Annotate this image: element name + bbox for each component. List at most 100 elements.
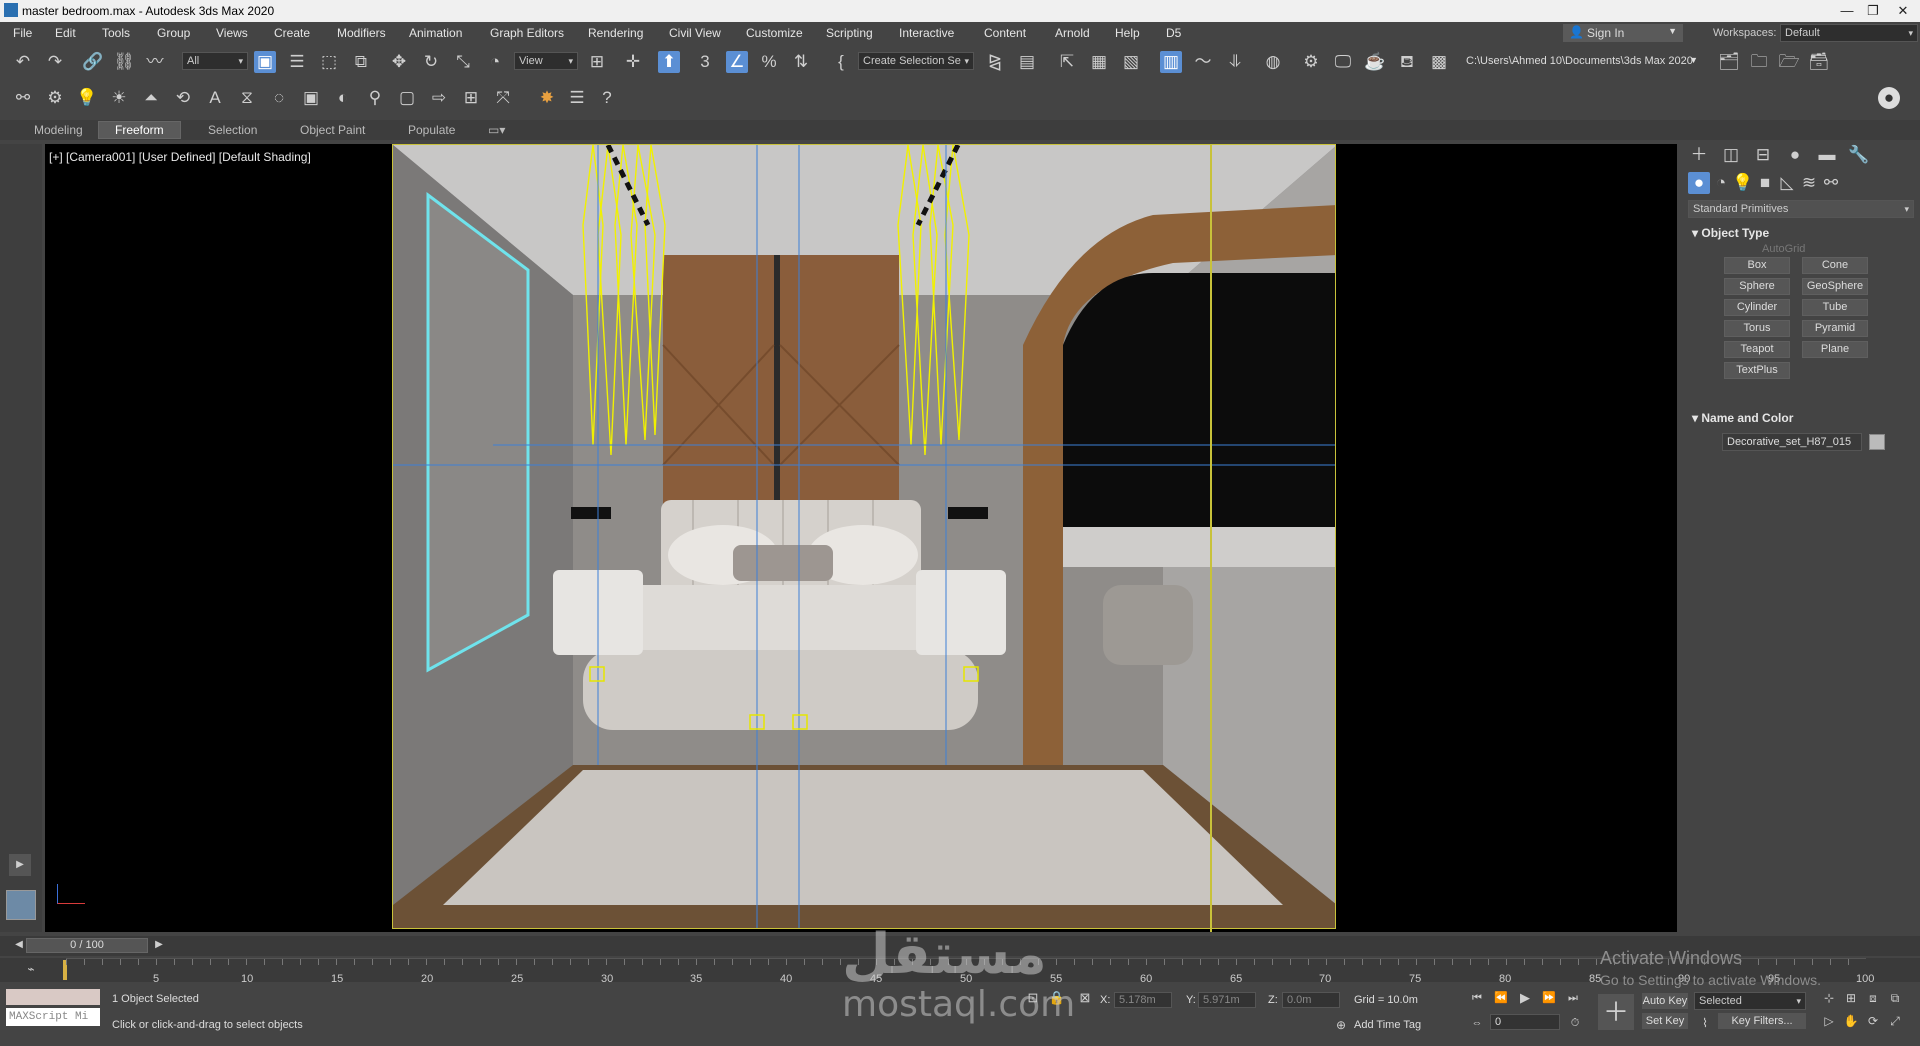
named-selection-dropdown[interactable]: Create Selection Se (858, 52, 974, 70)
undo-icon[interactable]: ↶ (12, 51, 34, 73)
workspace-dropdown[interactable]: Default (1780, 24, 1918, 42)
z-coordinate-field[interactable]: 0.0m (1282, 992, 1340, 1008)
render-iterative-icon[interactable]: ⛾ (1396, 51, 1418, 73)
snaps-toggle-icon[interactable]: 3 (694, 51, 716, 73)
maxscript-mini-listener[interactable]: MAXScript Mi (6, 1008, 100, 1026)
scale-icon[interactable]: ⤡ (452, 51, 474, 73)
play-icon[interactable]: ▶ (1514, 987, 1536, 1009)
region-icon[interactable]: ▢ (396, 87, 418, 109)
systems-icon[interactable]: ⚯ (1820, 172, 1842, 194)
vegetation-icon[interactable]: ⧖ (236, 87, 258, 109)
next-key-icon[interactable]: ⏩ (1538, 987, 1560, 1009)
key-filters-button[interactable]: Key Filters... (1718, 1013, 1806, 1029)
project-folder-icon[interactable]: 🗂 (1718, 51, 1740, 73)
menu-customize[interactable]: Customize (746, 26, 803, 40)
curve-editor-mini-icon[interactable]: ⌁ (20, 958, 42, 980)
project-archive-icon[interactable]: 🗃 (1808, 51, 1830, 73)
edit-named-selection-icon[interactable]: { (830, 51, 852, 73)
utilities-tab-icon[interactable]: 🔧 (1848, 144, 1870, 166)
geosphere-button[interactable]: GeoSphere (1802, 278, 1868, 295)
plane-button[interactable]: Plane (1802, 341, 1868, 358)
tube-button[interactable]: Tube (1802, 299, 1868, 316)
primitive-category-dropdown[interactable]: Standard Primitives (1688, 200, 1914, 218)
viewport-label[interactable]: [+] [Camera001] [User Defined] [Default … (49, 150, 311, 164)
go-to-end-icon[interactable]: ⏭ (1562, 987, 1584, 1009)
box-button[interactable]: Box (1724, 257, 1790, 274)
curve-editor-icon[interactable]: 〜 (1192, 51, 1214, 73)
tab-modeling[interactable]: Modeling (34, 123, 83, 137)
menu-tools[interactable]: Tools (102, 26, 130, 40)
rendered-frame-window-icon[interactable]: 🖵 (1332, 51, 1354, 73)
help-icon[interactable]: ? (596, 87, 618, 109)
quick-align-icon[interactable]: ⇱ (1056, 51, 1078, 73)
feedback-icon[interactable]: ✸ (536, 87, 558, 109)
previous-key-icon[interactable]: ⏪ (1490, 987, 1512, 1009)
menu-edit[interactable]: Edit (55, 26, 76, 40)
absolute-mode-icon[interactable]: ⊠ (1074, 987, 1096, 1009)
display-tab-icon[interactable]: ▬ (1816, 144, 1838, 166)
menu-modifiers[interactable]: Modifiers (337, 26, 386, 40)
select-object-icon[interactable]: ▣ (254, 51, 276, 73)
object-color-swatch[interactable] (1869, 434, 1885, 450)
menu-animation[interactable]: Animation (409, 26, 462, 40)
auto-key-button[interactable]: Auto Key (1642, 993, 1688, 1009)
key-mode-icon[interactable]: ⇔ (1466, 1012, 1488, 1034)
modify-tab-icon[interactable]: ◫ (1720, 144, 1742, 166)
spinner-snap-icon[interactable]: ⇅ (790, 51, 812, 73)
space-warps-icon[interactable]: ≋ (1798, 172, 1820, 194)
lights-icon[interactable]: 💡 (1732, 172, 1754, 194)
project-path[interactable]: C:\Users\Ahmed 10\Documents\3ds Max 2020… (1466, 55, 1706, 71)
sign-in-dropdown[interactable]: 👤 Sign In ▼ (1563, 24, 1683, 42)
time-slider-thumb[interactable]: 0 / 100 (26, 938, 148, 953)
teapot-button[interactable]: Teapot (1724, 341, 1790, 358)
render-setup-icon[interactable]: ⚙ (1300, 51, 1322, 73)
tab-freeform[interactable]: Freeform (98, 121, 181, 139)
set-key-plus-icon[interactable]: ＋ (1598, 994, 1634, 1030)
go-to-start-icon[interactable]: ⏮ (1466, 987, 1488, 1009)
link-icon[interactable]: 🔗 (82, 51, 104, 73)
pivot-center-icon[interactable]: ⊞ (586, 51, 608, 73)
render-in-cloud-icon[interactable]: ▩ (1428, 51, 1450, 73)
add-time-tag[interactable]: Add Time Tag (1354, 1019, 1421, 1031)
material-editor-icon[interactable]: ◍ (1262, 51, 1284, 73)
render-view-icon[interactable]: ▣ (300, 87, 322, 109)
texture-icon[interactable]: A (204, 87, 226, 109)
time-configuration-icon[interactable]: ⏱ (1564, 1012, 1586, 1034)
place-icon[interactable]: ◔ (484, 51, 506, 73)
reference-coordinate-dropdown[interactable]: View (514, 52, 578, 70)
time-tag-icon[interactable]: ⊕ (1330, 1014, 1352, 1036)
tab-selection[interactable]: Selection (208, 123, 257, 137)
selection-filter-dropdown[interactable]: All (182, 52, 248, 70)
bulb-icon[interactable]: ⚲ (364, 87, 386, 109)
object-name-field[interactable]: Decorative_set_H87_015 (1722, 433, 1862, 451)
maximize-viewport-icon[interactable]: ⤢ (1884, 1010, 1906, 1032)
zoom-extents-icon[interactable]: ⧈ (1862, 987, 1884, 1009)
layout-thumbnail[interactable] (6, 890, 36, 920)
tree-icon[interactable]: ⏶ (140, 87, 162, 109)
menu-help[interactable]: Help (1115, 26, 1140, 40)
sun-icon[interactable]: ☀ (108, 87, 130, 109)
align-icon[interactable]: ▤ (1016, 51, 1038, 73)
autogrid-checkbox[interactable]: AutoGrid (1762, 243, 1805, 255)
bind-space-warp-icon[interactable]: 〰 (144, 51, 166, 73)
menu-graph-editors[interactable]: Graph Editors (490, 26, 564, 40)
bake-icon[interactable]: ⟲ (172, 87, 194, 109)
window-crossing-icon[interactable]: ⧉ (350, 51, 372, 73)
project-settings-icon[interactable]: 🗁 (1778, 51, 1800, 73)
menu-content[interactable]: Content (984, 26, 1026, 40)
bedroom-scene-render[interactable] (392, 144, 1336, 929)
keyboard-shortcut-override-icon[interactable]: ⬆ (658, 51, 680, 73)
select-by-name-icon[interactable]: ☰ (286, 51, 308, 73)
material-icon[interactable]: ◐ (332, 87, 354, 109)
redo-icon[interactable]: ↷ (44, 51, 66, 73)
motion-tab-icon[interactable]: ● (1784, 144, 1806, 166)
menu-rendering[interactable]: Rendering (588, 26, 643, 40)
grid-icon[interactable]: ⊞ (460, 87, 482, 109)
percent-snap-icon[interactable]: % (758, 51, 780, 73)
menu-d5[interactable]: D5 (1166, 26, 1181, 40)
sphere-button[interactable]: Sphere (1724, 278, 1790, 295)
scene-explorer-icon[interactable]: ▦ (1088, 51, 1110, 73)
menu-create[interactable]: Create (274, 26, 310, 40)
field-of-view-icon[interactable]: ▷ (1818, 1010, 1840, 1032)
maxscript-listener-pink[interactable] (6, 989, 100, 1005)
